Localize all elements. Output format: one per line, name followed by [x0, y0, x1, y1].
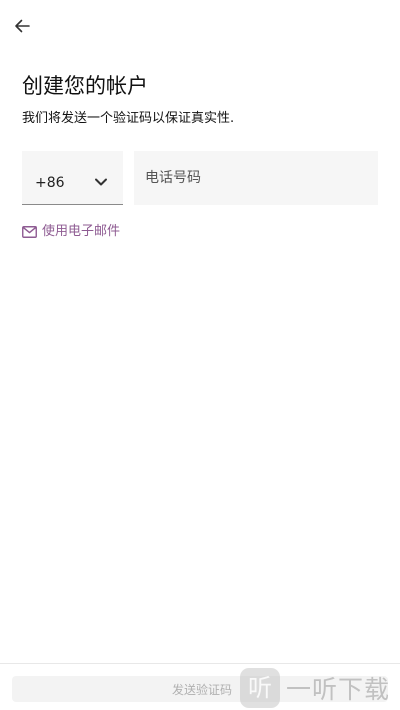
- country-code-select[interactable]: +86: [22, 151, 123, 205]
- watermark-text: 一听下载: [286, 675, 391, 704]
- use-email-label: 使用电子邮件: [42, 224, 121, 239]
- phone-number-field[interactable]: [134, 151, 378, 205]
- back-button[interactable]: [10, 14, 34, 38]
- phone-number-input[interactable]: [134, 151, 378, 205]
- use-email-link[interactable]: 使用电子邮件: [22, 222, 120, 242]
- watermark-logo: 听: [240, 668, 280, 708]
- arrow-left-icon: [15, 19, 30, 33]
- bottom-divider: [0, 663, 400, 664]
- page-title: 创建您的帐户: [22, 74, 148, 98]
- chevron-down-icon: [95, 178, 107, 186]
- country-code-value: +86: [35, 175, 65, 191]
- mail-icon: [22, 226, 37, 238]
- watermark: 听 一听下载: [240, 666, 400, 710]
- page-subtitle: 我们将发送一个验证码以保证真实性.: [22, 111, 235, 126]
